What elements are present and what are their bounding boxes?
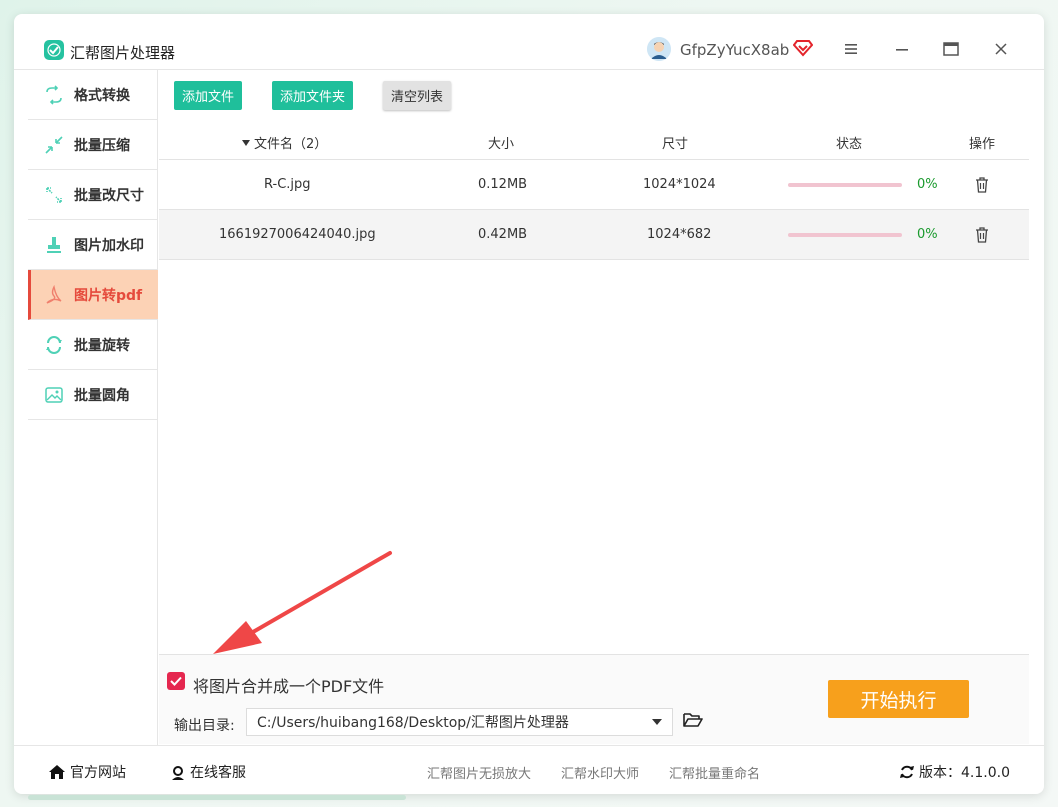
online-support-link[interactable]: 在线客服 <box>170 762 246 782</box>
sidebar-item-label: 批量圆角 <box>74 387 130 404</box>
footer-link-rename[interactable]: 汇帮批量重命名 <box>669 763 760 782</box>
trash-icon[interactable] <box>975 177 989 193</box>
output-dir-value: C:/Users/huibang168/Desktop/汇帮图片处理器 <box>257 715 569 731</box>
footer-link-watermark[interactable]: 汇帮水印大师 <box>561 763 639 782</box>
app-logo-icon <box>44 40 64 60</box>
resize-icon <box>46 186 62 203</box>
file-size: 0.12MB <box>478 177 528 192</box>
column-header-status: 状态 <box>836 137 863 152</box>
column-header-name-label: 文件名（2） <box>254 137 328 152</box>
format-convert-icon <box>46 84 62 105</box>
progress-percent: 0% <box>917 227 938 242</box>
sidebar: 格式转换 批量压缩 批量改尺寸 图片加水印 图片转pdf 批量旋转 批量圆角 <box>28 70 158 745</box>
file-dimensions: 1024*1024 <box>643 177 716 192</box>
file-dimensions: 1024*682 <box>647 227 712 242</box>
sidebar-item-watermark[interactable]: 图片加水印 <box>28 220 158 270</box>
file-size: 0.42MB <box>478 227 528 242</box>
minimize-icon[interactable] <box>893 40 911 58</box>
progress-percent: 0% <box>917 177 938 192</box>
sidebar-item-label: 图片转pdf <box>74 287 143 304</box>
merge-pdf-checkbox[interactable] <box>167 672 185 690</box>
progress-bar <box>788 183 902 187</box>
sidebar-item-format-convert[interactable]: 格式转换 <box>28 70 158 120</box>
headset-icon <box>172 766 184 780</box>
rounded-corner-icon <box>45 386 63 403</box>
folder-open-icon[interactable] <box>683 711 703 729</box>
sidebar-item-resize[interactable]: 批量改尺寸 <box>28 170 158 220</box>
home-icon <box>49 765 65 779</box>
sidebar-item-rounded-corner[interactable]: 批量圆角 <box>28 370 158 420</box>
progress-bar <box>788 233 902 237</box>
output-dir-select[interactable]: C:/Users/huibang168/Desktop/汇帮图片处理器 <box>246 708 673 736</box>
watermark-icon <box>47 236 61 253</box>
table-header: 文件名（2） 大小 尺寸 状态 操作 <box>159 120 1029 160</box>
sidebar-item-image-to-pdf[interactable]: 图片转pdf <box>28 270 158 320</box>
sort-down-icon <box>242 139 250 146</box>
chevron-down-icon <box>652 719 662 725</box>
sidebar-item-label: 批量改尺寸 <box>74 187 144 204</box>
file-name: 1661927006424040.jpg <box>219 227 376 242</box>
trash-icon[interactable] <box>975 227 989 243</box>
app-window: 汇帮图片处理器 GfpZyYucX8ab 格式转换 批量压缩 批量改尺寸 图片加… <box>14 14 1044 794</box>
column-header-dimensions: 尺寸 <box>662 137 689 152</box>
sidebar-item-compress[interactable]: 批量压缩 <box>28 120 158 170</box>
version-label: 版本：4.1.0.0 <box>919 765 1010 781</box>
close-icon[interactable] <box>992 40 1010 58</box>
footer: 官方网站 在线客服 汇帮图片无损放大 汇帮水印大师 汇帮批量重命名 版本：4.1… <box>14 745 1044 794</box>
file-name: R-C.jpg <box>264 177 311 192</box>
footer-link-upscale[interactable]: 汇帮图片无损放大 <box>427 763 531 782</box>
add-folder-button[interactable]: 添加文件夹 <box>272 81 354 110</box>
vip-diamond-icon[interactable] <box>793 39 813 57</box>
output-dir-label: 输出目录: <box>174 718 235 734</box>
official-website-link[interactable]: 官方网站 <box>48 762 126 782</box>
compress-icon <box>45 135 63 154</box>
start-button[interactable]: 开始执行 <box>828 680 969 718</box>
app-title: 汇帮图片处理器 <box>70 44 176 62</box>
version-info: 版本：4.1.0.0 <box>899 762 1010 782</box>
clear-list-button[interactable]: 清空列表 <box>383 81 452 110</box>
menu-icon[interactable] <box>842 40 860 58</box>
table-row[interactable]: 1661927006424040.jpg 0.42MB 1024*682 0% <box>159 210 1029 260</box>
checkmark-icon <box>170 676 182 686</box>
refresh-icon <box>900 765 914 779</box>
merge-pdf-label[interactable]: 将图片合并成一个PDF文件 <box>193 673 384 697</box>
column-header-size: 大小 <box>488 137 515 152</box>
title-bar: 汇帮图片处理器 GfpZyYucX8ab <box>14 14 1044 70</box>
sidebar-item-rotate[interactable]: 批量旋转 <box>28 320 158 370</box>
maximize-icon[interactable] <box>942 40 960 58</box>
column-header-name[interactable]: 文件名（2） <box>241 133 327 152</box>
sidebar-item-label: 批量压缩 <box>74 137 130 154</box>
rotate-icon <box>46 335 62 354</box>
taskbar-scroll-indicator <box>28 795 406 800</box>
sidebar-item-label: 批量旋转 <box>74 337 130 354</box>
sidebar-item-label: 格式转换 <box>74 87 130 104</box>
pdf-icon <box>46 284 62 304</box>
username[interactable]: GfpZyYucX8ab <box>680 41 789 59</box>
add-file-button[interactable]: 添加文件 <box>174 81 243 110</box>
avatar[interactable] <box>647 37 671 61</box>
column-header-action: 操作 <box>969 137 996 152</box>
table-row[interactable]: R-C.jpg 0.12MB 1024*1024 0% <box>159 160 1029 210</box>
online-support-label: 在线客服 <box>190 765 246 781</box>
sidebar-item-label: 图片加水印 <box>74 237 144 254</box>
official-website-label: 官方网站 <box>70 765 126 781</box>
